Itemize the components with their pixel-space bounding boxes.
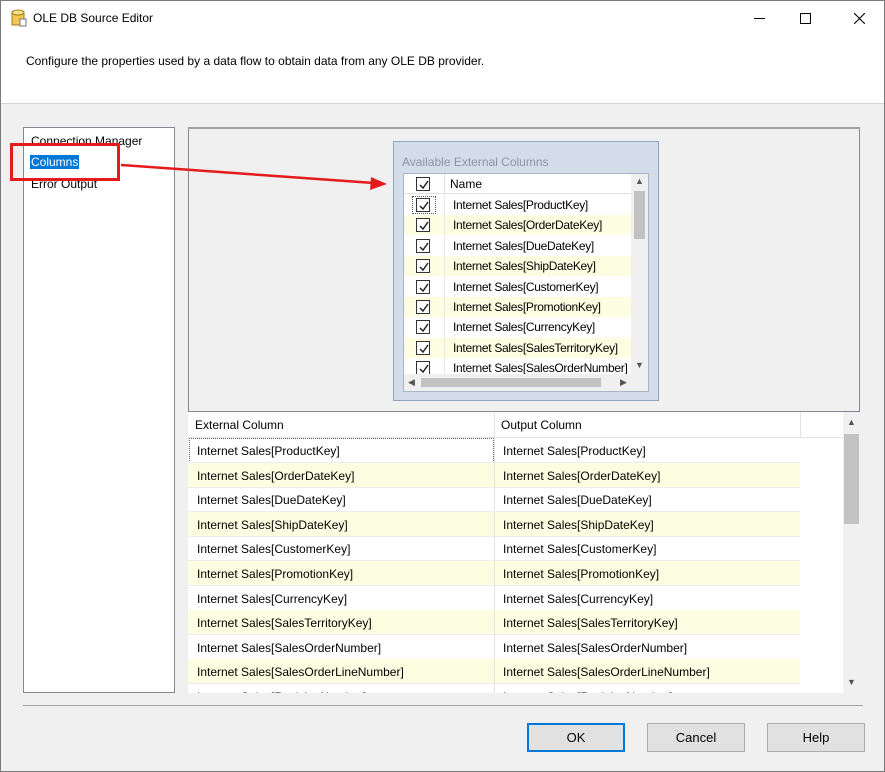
nav-panel: Connection Manager Columns Error Output bbox=[23, 127, 175, 693]
scroll-up-arrow-icon[interactable]: ▲ bbox=[635, 176, 644, 186]
output-column-cell[interactable]: Internet Sales[SalesOrderLineNumber] bbox=[503, 665, 710, 679]
column-checkbox[interactable] bbox=[416, 218, 430, 233]
output-column-cell[interactable]: Internet Sales[CustomerKey] bbox=[503, 542, 656, 556]
grid-header: External Column Output Column bbox=[188, 412, 843, 438]
minimize-button[interactable] bbox=[736, 1, 782, 35]
mapping-row[interactable]: Internet Sales[ShipDateKey] Internet Sale… bbox=[188, 511, 800, 537]
available-column-label: Internet Sales[SalesTerritoryKey] bbox=[453, 340, 618, 355]
available-columns-list[interactable]: Name Internet Sales[ProductKey] Internet … bbox=[403, 173, 649, 392]
mapping-row[interactable]: Internet Sales[CustomerKey] Internet Sale… bbox=[188, 536, 800, 562]
external-column-cell[interactable]: Internet Sales[CustomerKey] bbox=[197, 542, 350, 556]
output-column-cell[interactable]: Internet Sales[ProductKey] bbox=[503, 444, 646, 458]
header-band: Configure the properties used by a data … bbox=[1, 35, 884, 104]
mapping-row[interactable]: Internet Sales[CurrencyKey] Internet Sale… bbox=[188, 585, 800, 611]
output-column-header[interactable]: Output Column bbox=[501, 418, 582, 432]
available-list-horizontal-scrollbar[interactable]: ◀ ▶ bbox=[404, 374, 648, 391]
button-separator bbox=[23, 705, 863, 706]
annotation-highlight-box bbox=[10, 143, 120, 181]
help-button[interactable]: Help bbox=[767, 723, 865, 752]
mapping-row[interactable]: Internet Sales[ProductKey] Internet Sales… bbox=[188, 438, 800, 463]
external-column-cell[interactable]: Internet Sales[ProductKey] bbox=[197, 444, 340, 458]
available-column-label: Internet Sales[ProductKey] bbox=[453, 198, 588, 212]
output-column-cell[interactable]: Internet Sales[SalesTerritoryKey] bbox=[503, 616, 678, 630]
content-panel-top-border bbox=[188, 127, 860, 129]
external-column-cell[interactable]: Internet Sales[DueDateKey] bbox=[197, 493, 346, 507]
available-list-vertical-scrollbar[interactable]: ▲ ▼ bbox=[631, 174, 648, 375]
maximize-button[interactable] bbox=[782, 1, 828, 35]
column-checkbox[interactable] bbox=[416, 259, 430, 274]
close-icon bbox=[853, 12, 865, 24]
data-source-cylinder-icon bbox=[11, 9, 27, 27]
scroll-down-arrow-icon[interactable]: ▼ bbox=[635, 360, 644, 370]
column-checkbox[interactable] bbox=[416, 300, 430, 314]
available-column-label: Internet Sales[ShipDateKey] bbox=[453, 259, 596, 274]
external-column-header[interactable]: External Column bbox=[195, 418, 284, 432]
available-column-item[interactable]: Internet Sales[OrderDateKey] bbox=[404, 215, 633, 236]
mapping-row[interactable]: Internet Sales[SalesOrderLineNumber] Inte… bbox=[188, 659, 800, 685]
external-column-cell[interactable]: Internet Sales[RevisionNumber] bbox=[197, 690, 366, 693]
dialog-description: Configure the properties used by a data … bbox=[26, 54, 485, 68]
mapping-row[interactable]: Internet Sales[RevisionNumber] Internet S… bbox=[188, 684, 800, 693]
available-column-item[interactable]: Internet Sales[SalesTerritoryKey] bbox=[404, 337, 633, 358]
ole-db-source-editor-window: OLE DB Source Editor Configure the prope… bbox=[0, 0, 885, 772]
mapping-row[interactable]: Internet Sales[PromotionKey] Internet Sal… bbox=[188, 561, 800, 586]
available-column-label: Internet Sales[CustomerKey] bbox=[453, 279, 599, 294]
available-column-item[interactable]: Internet Sales[PromotionKey] bbox=[404, 297, 633, 317]
available-column-item[interactable]: Internet Sales[CurrencyKey] bbox=[404, 317, 633, 338]
available-column-item[interactable]: Internet Sales[ProductKey] bbox=[404, 195, 633, 215]
external-column-cell[interactable]: Internet Sales[PromotionKey] bbox=[197, 567, 353, 581]
grid-vertical-scrollbar[interactable]: ▲ ▼ bbox=[843, 412, 860, 693]
mapping-row[interactable]: Internet Sales[DueDateKey] Internet Sales… bbox=[188, 487, 800, 513]
output-column-cell[interactable]: Internet Sales[ShipDateKey] bbox=[503, 518, 654, 532]
window-title: OLE DB Source Editor bbox=[33, 11, 154, 25]
external-column-cell[interactable]: Internet Sales[ShipDateKey] bbox=[197, 518, 348, 532]
mapping-row[interactable]: Internet Sales[SalesTerritoryKey] Interne… bbox=[188, 610, 800, 636]
column-checkbox[interactable] bbox=[416, 198, 430, 212]
output-column-cell[interactable]: Internet Sales[OrderDateKey] bbox=[503, 469, 660, 483]
scroll-up-arrow-icon[interactable]: ▲ bbox=[847, 417, 856, 427]
scroll-right-arrow-icon[interactable]: ▶ bbox=[620, 377, 627, 388]
output-column-cell[interactable]: Internet Sales[DueDateKey] bbox=[503, 493, 652, 507]
ok-button[interactable]: OK bbox=[527, 723, 625, 752]
cancel-button[interactable]: Cancel bbox=[647, 723, 745, 752]
name-column-header[interactable]: Name bbox=[450, 177, 482, 191]
available-column-label: Internet Sales[DueDateKey] bbox=[453, 238, 594, 253]
available-external-columns-group: Available External Columns Name Internet… bbox=[393, 141, 659, 401]
available-columns-header: Name bbox=[404, 174, 633, 194]
available-columns-title: Available External Columns bbox=[402, 155, 549, 169]
select-all-checkbox[interactable] bbox=[416, 177, 430, 191]
title-bar: OLE DB Source Editor bbox=[1, 1, 884, 35]
available-column-item[interactable]: Internet Sales[DueDateKey] bbox=[404, 235, 633, 256]
available-column-item[interactable]: Internet Sales[CustomerKey] bbox=[404, 276, 633, 297]
external-column-cell[interactable]: Internet Sales[CurrencyKey] bbox=[197, 592, 347, 606]
column-checkbox[interactable] bbox=[416, 340, 430, 355]
output-column-cell[interactable]: Internet Sales[RevisionNumber] bbox=[503, 690, 672, 693]
scroll-thumb[interactable] bbox=[634, 191, 645, 239]
scroll-thumb[interactable] bbox=[421, 378, 601, 387]
close-button[interactable] bbox=[836, 1, 882, 35]
minimize-icon bbox=[753, 13, 765, 24]
available-column-label: Internet Sales[PromotionKey] bbox=[453, 300, 601, 314]
column-mapping-grid[interactable]: External Column Output Column Internet S… bbox=[188, 411, 860, 693]
available-column-item[interactable]: Internet Sales[ShipDateKey] bbox=[404, 256, 633, 277]
mapping-row[interactable]: Internet Sales[SalesOrderNumber] Internet… bbox=[188, 634, 800, 660]
output-column-cell[interactable]: Internet Sales[SalesOrderNumber] bbox=[503, 641, 687, 655]
available-column-label: Internet Sales[CurrencyKey] bbox=[453, 320, 595, 335]
maximize-icon bbox=[799, 12, 811, 24]
mapping-row[interactable]: Internet Sales[OrderDateKey] Internet Sal… bbox=[188, 462, 800, 488]
external-column-cell[interactable]: Internet Sales[SalesOrderNumber] bbox=[197, 641, 381, 655]
output-column-cell[interactable]: Internet Sales[CurrencyKey] bbox=[503, 592, 653, 606]
external-column-cell[interactable]: Internet Sales[SalesTerritoryKey] bbox=[197, 616, 372, 630]
scroll-down-arrow-icon[interactable]: ▼ bbox=[847, 677, 856, 687]
column-checkbox[interactable] bbox=[416, 279, 430, 294]
output-column-cell[interactable]: Internet Sales[PromotionKey] bbox=[503, 567, 659, 581]
column-checkbox[interactable] bbox=[416, 320, 430, 335]
external-column-cell[interactable]: Internet Sales[OrderDateKey] bbox=[197, 469, 354, 483]
external-column-cell[interactable]: Internet Sales[SalesOrderLineNumber] bbox=[197, 665, 404, 679]
scroll-left-arrow-icon[interactable]: ◀ bbox=[408, 377, 415, 388]
available-column-label: Internet Sales[OrderDateKey] bbox=[453, 218, 603, 233]
column-checkbox[interactable] bbox=[416, 238, 430, 253]
scroll-thumb[interactable] bbox=[844, 434, 859, 524]
